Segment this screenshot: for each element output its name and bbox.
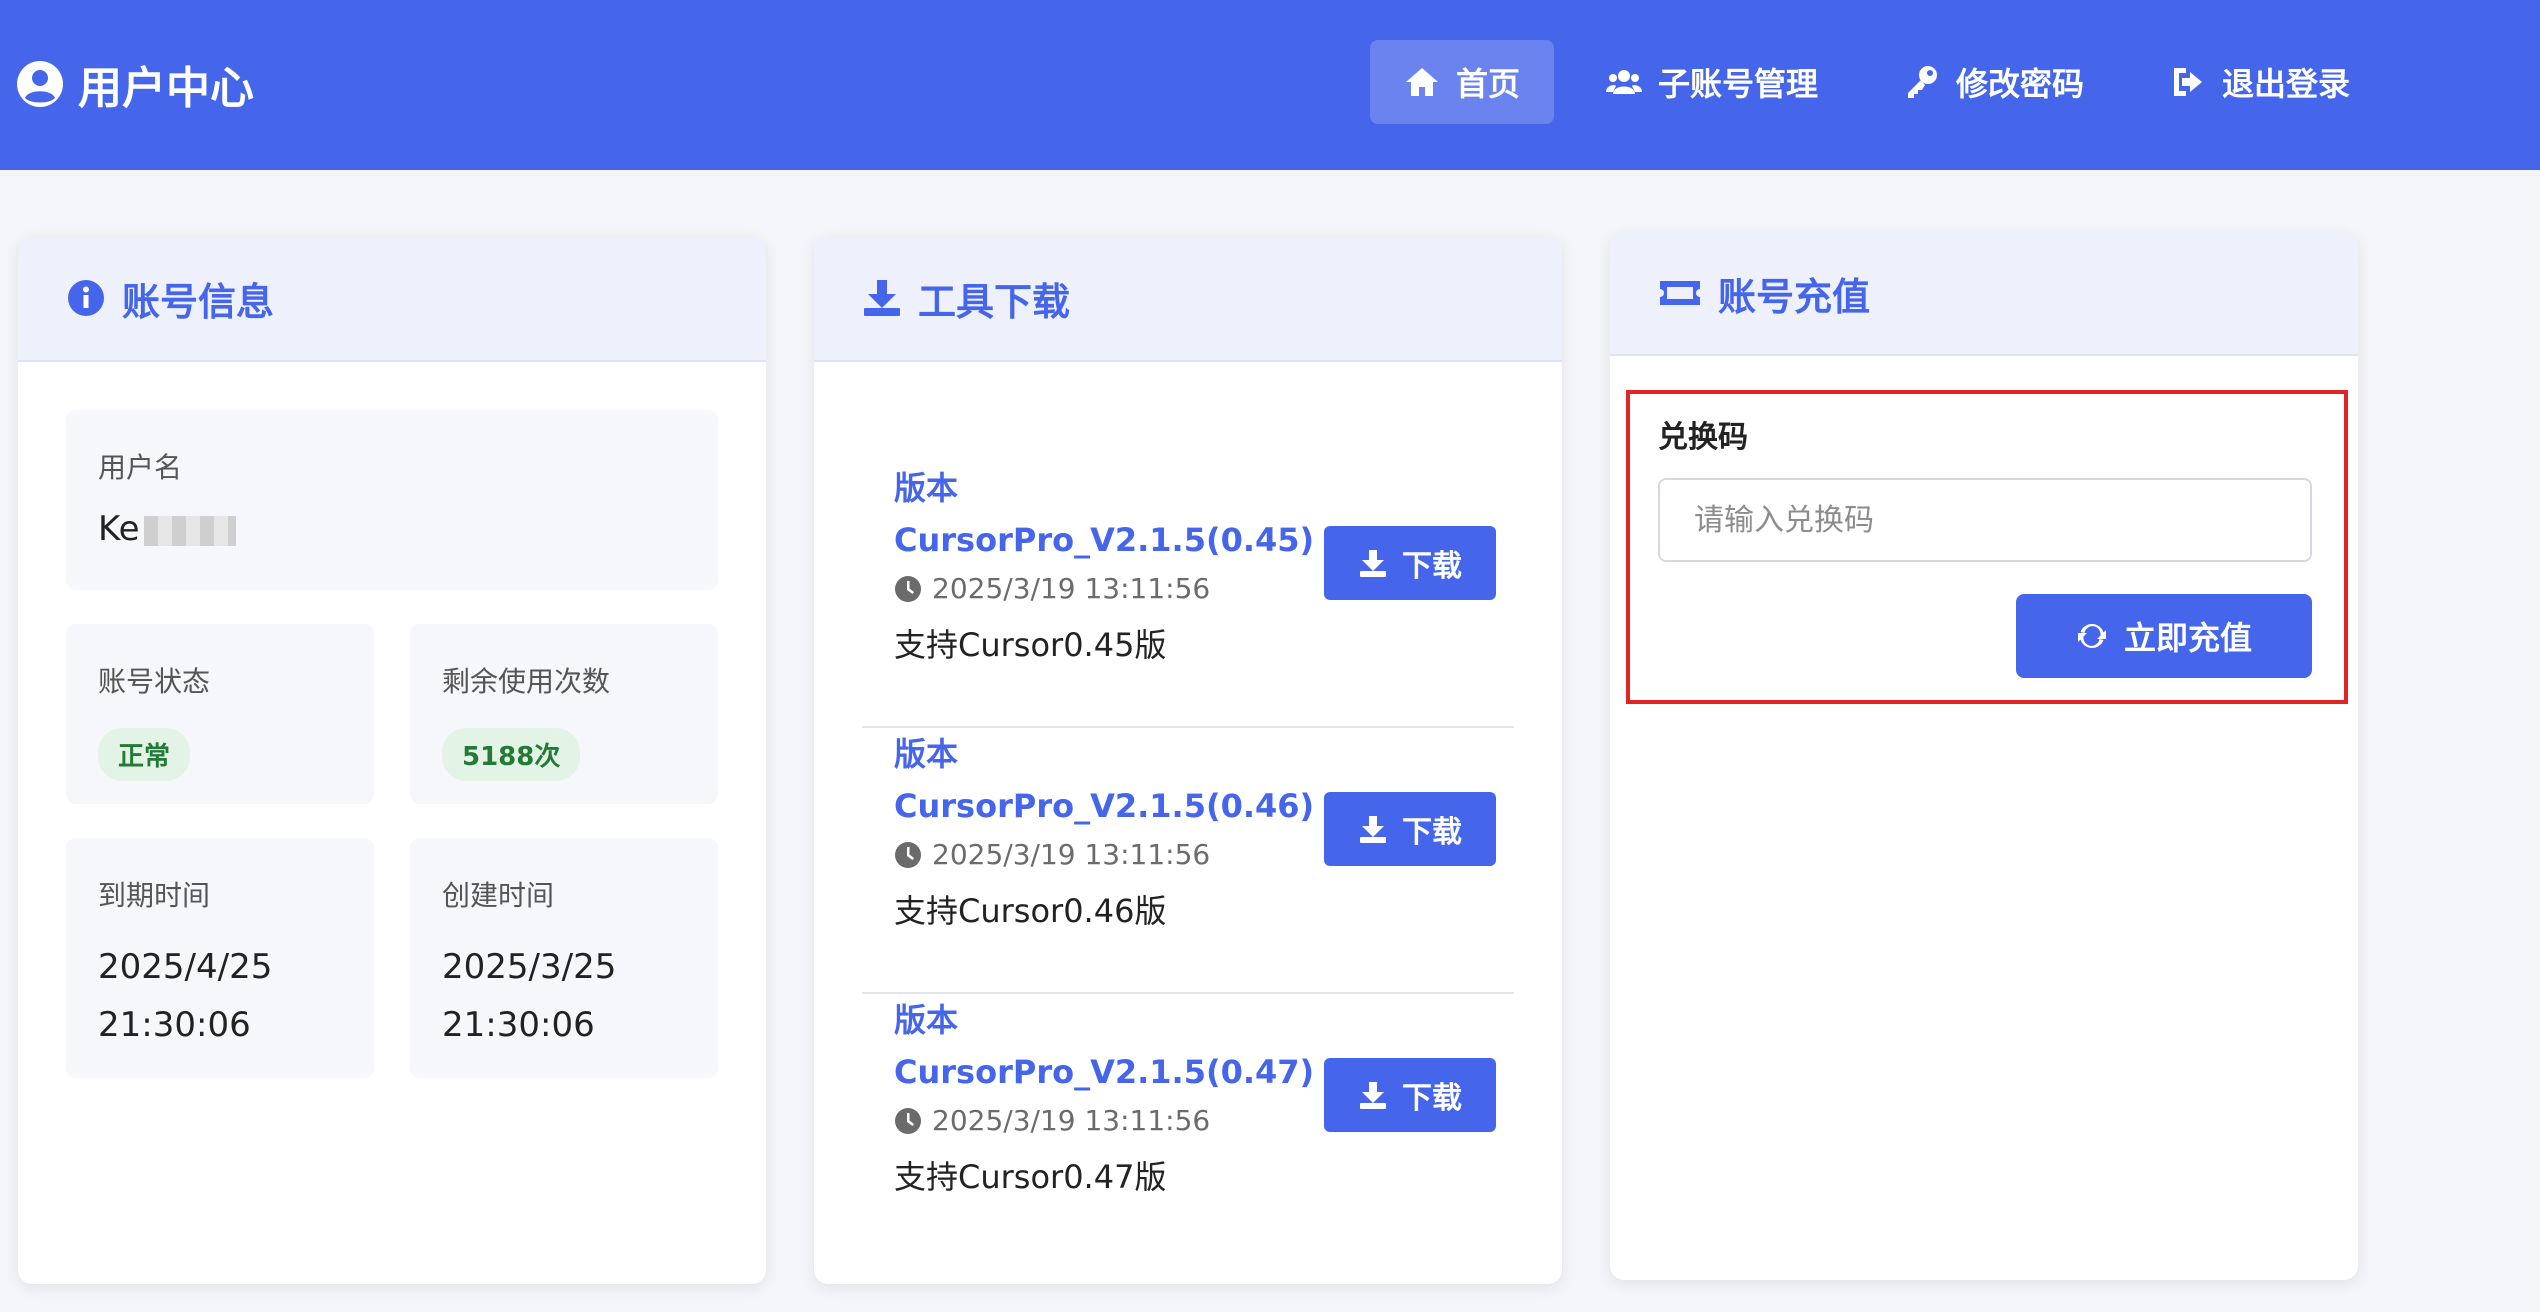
download-icon (1360, 550, 1386, 577)
download-button[interactable]: 下载 (1324, 526, 1496, 600)
logout-icon (2174, 68, 2203, 96)
created-time: 21:30:06 (442, 1005, 595, 1045)
release-date-text: 2025/3/19 13:11:56 (932, 838, 1211, 871)
remaining-box: 剩余使用次数 5188次 (410, 624, 718, 804)
download-icon (1360, 816, 1386, 843)
download-button[interactable]: 下载 (1324, 792, 1496, 866)
created-box: 创建时间 2025/3/25 21:30:06 (410, 838, 718, 1078)
username-box: 用户名 Ke (66, 410, 718, 590)
created-value: 2025/3/25 21:30:06 (442, 938, 686, 1054)
nav-subaccounts[interactable]: 子账号管理 (1572, 40, 1852, 124)
info-icon (68, 280, 104, 316)
created-label: 创建时间 (442, 879, 555, 912)
app-brand[interactable]: 用户中心 (16, 52, 254, 116)
nav-change-password[interactable]: 修改密码 (1870, 40, 2118, 124)
status-badge: 正常 (98, 728, 191, 781)
download-item-title[interactable]: 版本 CursorPro_V2.1.5(0.46) (894, 728, 1314, 832)
remaining-badge: 5188次 (442, 728, 581, 781)
home-icon (1406, 68, 1438, 96)
version-prefix: 版本 (894, 735, 959, 773)
release-date-text: 2025/3/19 13:11:56 (932, 572, 1211, 605)
version-name: CursorPro_V2.1.5(0.47) (894, 1053, 1315, 1091)
app-title: 用户中心 (78, 63, 254, 114)
top-navbar: 用户中心 首页 子账号管理 修改密码 退出登录 (0, 0, 2540, 170)
nav-logout-label: 退出登录 (2222, 65, 2351, 103)
release-date: 2025/3/19 13:11:56 (894, 572, 1210, 605)
status-box: 账号状态 正常 (66, 624, 374, 804)
recharge-card: 账号充值 兑换码 立即充值 (1610, 232, 2358, 1280)
redeem-code-label: 兑换码 (1658, 420, 1748, 455)
recharge-title: 账号充值 (1718, 274, 1871, 319)
username-value: Ke (98, 509, 140, 549)
download-button[interactable]: 下载 (1324, 1058, 1496, 1132)
download-item: 版本 CursorPro_V2.1.5(0.46) 2025/3/19 13:1… (862, 728, 1514, 994)
version-prefix: 版本 (894, 1001, 959, 1039)
status-label: 账号状态 (98, 665, 211, 698)
clock-icon (895, 1107, 921, 1134)
user-circle-icon (17, 61, 63, 107)
redeem-code-input[interactable] (1658, 478, 2312, 562)
clock-icon (895, 575, 921, 602)
main-nav: 首页 子账号管理 修改密码 退出登录 (1370, 40, 2384, 124)
download-item-title[interactable]: 版本 CursorPro_V2.1.5(0.47) (894, 994, 1314, 1098)
downloads-card: 工具下载 版本 CursorPro_V2.1.5(0.45) 2025/3/19… (814, 236, 1562, 1284)
nav-subaccounts-label: 子账号管理 (1658, 65, 1819, 103)
expire-time: 21:30:06 (98, 1005, 251, 1045)
download-icon (864, 280, 900, 316)
version-name: CursorPro_V2.1.5(0.45) (894, 521, 1315, 559)
recharge-button[interactable]: 立即充值 (2016, 594, 2312, 678)
release-date-text: 2025/3/19 13:11:56 (932, 1104, 1211, 1137)
recharge-button-label: 立即充值 (2123, 619, 2252, 657)
expire-label: 到期时间 (98, 879, 211, 912)
compat-note: 支持Cursor0.45版 (894, 626, 1167, 664)
compat-note: 支持Cursor0.47版 (894, 1158, 1167, 1196)
download-button-label: 下载 (1402, 815, 1462, 850)
download-button-label: 下载 (1402, 549, 1462, 584)
expire-date: 2025/4/25 (98, 947, 273, 987)
username-label: 用户名 (98, 451, 183, 484)
username-redaction (143, 515, 236, 546)
recharge-header: 账号充值 (1610, 232, 2358, 356)
download-item: 版本 CursorPro_V2.1.5(0.47) 2025/3/19 13:1… (862, 994, 1514, 1260)
clock-icon (895, 841, 921, 868)
expire-value: 2025/4/25 21:30:06 (98, 938, 342, 1054)
nav-logout[interactable]: 退出登录 (2136, 40, 2384, 124)
compat-note: 支持Cursor0.46版 (894, 892, 1167, 930)
users-icon (1606, 70, 1643, 94)
downloads-title: 工具下载 (918, 279, 1071, 324)
nav-home-label: 首页 (1456, 65, 1521, 103)
release-date: 2025/3/19 13:11:56 (894, 1104, 1210, 1137)
created-date: 2025/3/25 (442, 947, 617, 987)
refresh-icon (2077, 623, 2106, 649)
remaining-label: 剩余使用次数 (442, 665, 611, 698)
account-info-header: 账号信息 (18, 236, 766, 362)
download-icon (1360, 1082, 1386, 1109)
release-date: 2025/3/19 13:11:56 (894, 838, 1210, 871)
version-name: CursorPro_V2.1.5(0.46) (894, 787, 1315, 825)
version-prefix: 版本 (894, 469, 959, 507)
download-item: 版本 CursorPro_V2.1.5(0.45) 2025/3/19 13:1… (862, 462, 1514, 728)
download-button-label: 下载 (1402, 1081, 1462, 1116)
account-info-card: 账号信息 用户名 Ke 账号状态 正常 剩余使用次数 5188次 到期时间 20… (18, 236, 766, 1284)
downloads-header: 工具下载 (814, 236, 1562, 362)
nav-home[interactable]: 首页 (1370, 40, 1555, 124)
account-info-title: 账号信息 (122, 279, 275, 324)
ticket-icon (1660, 281, 1700, 305)
download-item-title[interactable]: 版本 CursorPro_V2.1.5(0.45) (894, 462, 1314, 566)
username-value-row: Ke (98, 500, 686, 558)
expire-box: 到期时间 2025/4/25 21:30:06 (66, 838, 374, 1078)
key-icon (1908, 66, 1938, 98)
nav-change-password-label: 修改密码 (1956, 65, 2085, 103)
